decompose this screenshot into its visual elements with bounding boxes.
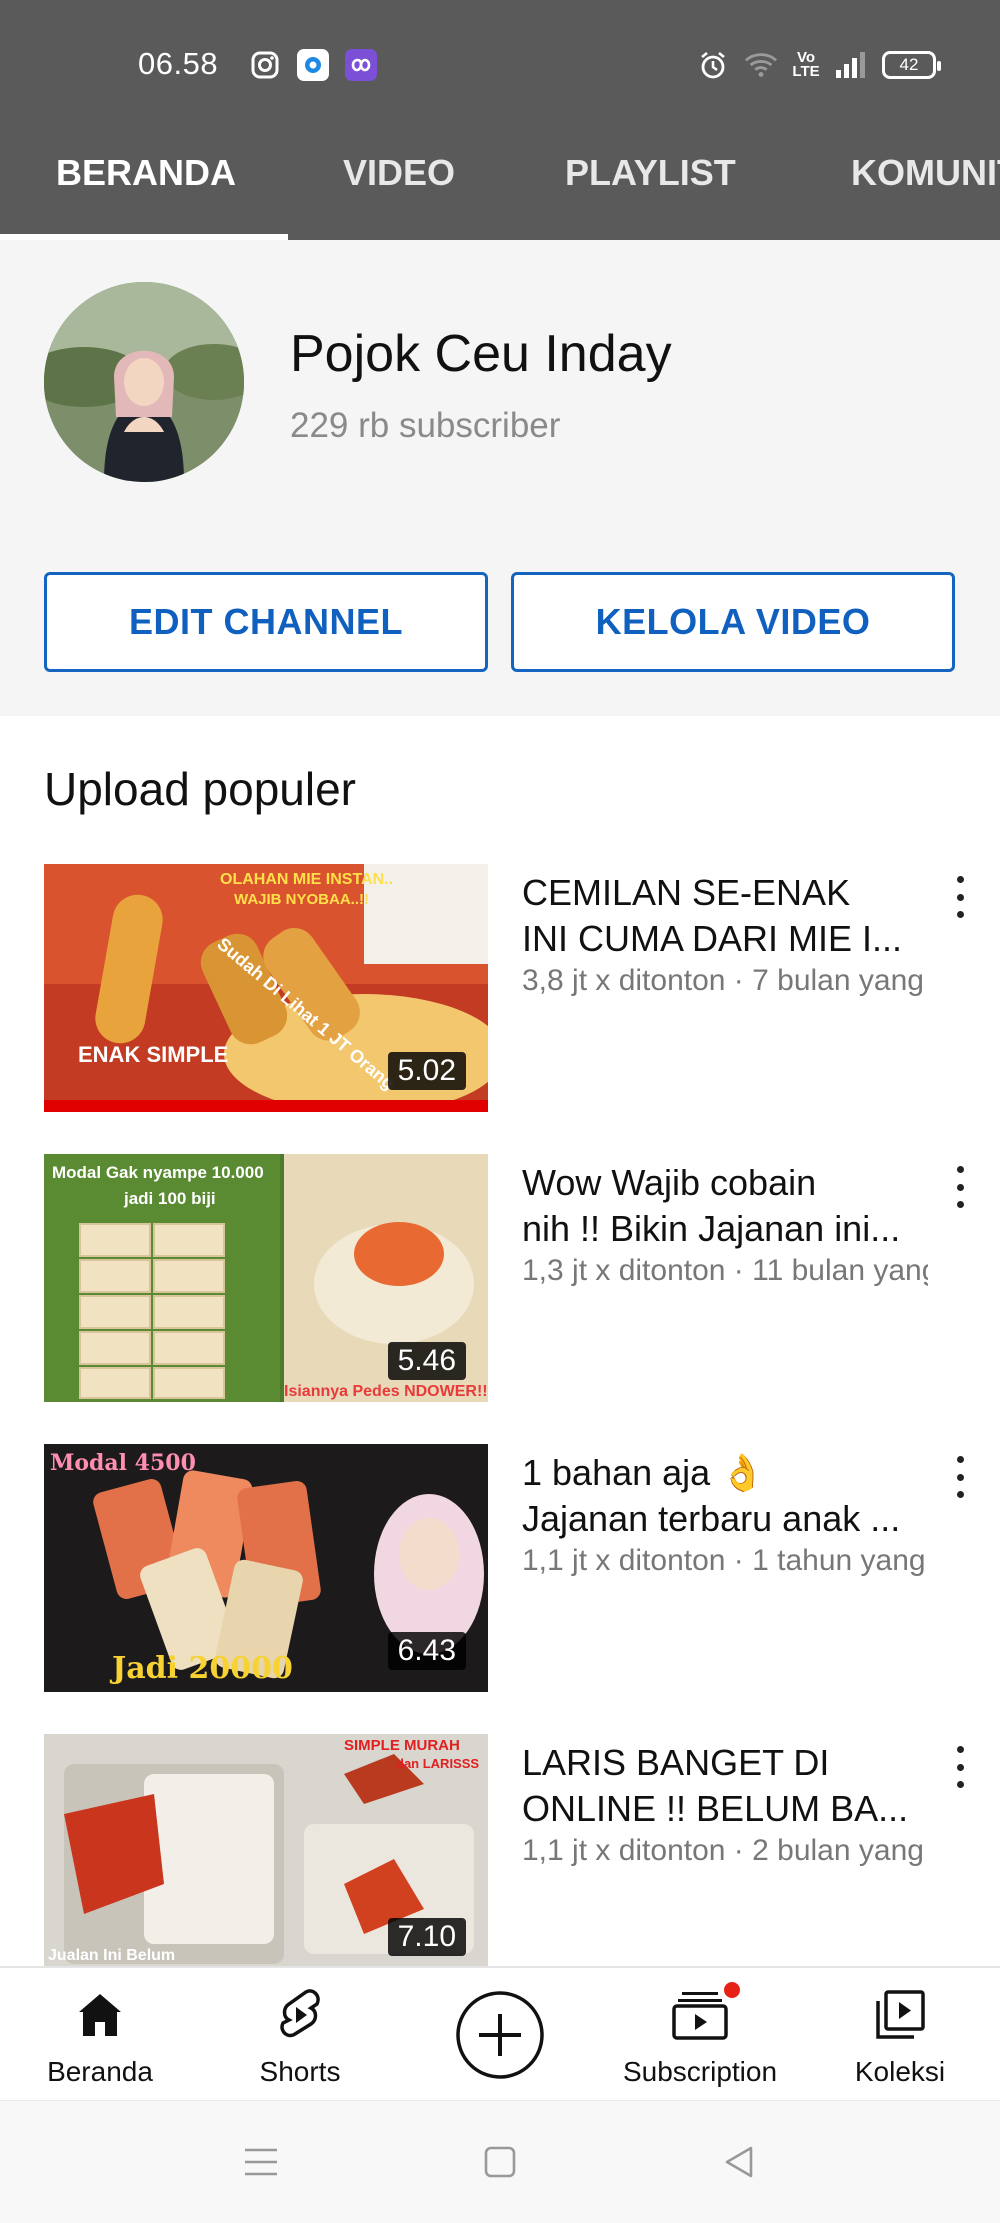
create-icon xyxy=(456,1991,544,2079)
video-duration: 7.10 xyxy=(387,1918,466,1956)
notification-dot xyxy=(722,1980,742,2000)
video-meta: 3,8 jt x ditonton · 7 bulan yang lalu xyxy=(522,964,928,997)
video-duration: 6.43 xyxy=(387,1632,466,1670)
nav-label: Koleksi xyxy=(854,2056,946,2087)
video-title-line: INI CUMA DARI MIE I... xyxy=(522,918,903,959)
edit-channel-button[interactable]: EDIT CHANNEL xyxy=(44,572,488,672)
wifi-icon xyxy=(744,48,778,82)
video-item[interactable]: OLAHAN MIE INSTAN.. WAJIB NYOBAA..!! ENA… xyxy=(0,864,1000,1114)
tab-beranda[interactable]: BERANDA xyxy=(56,152,236,194)
channel-header: Pojok Ceu Inday 229 rb subscriber EDIT C… xyxy=(0,240,1000,716)
create-button[interactable] xyxy=(455,1990,545,2080)
video-title[interactable]: 1 bahan aja 👌 Jajanan terbaru anak ... xyxy=(522,1450,932,1542)
thumb-caption: OLAHAN MIE INSTAN.. xyxy=(220,871,393,888)
library-icon xyxy=(874,1986,926,2044)
section-title: Upload populer xyxy=(44,763,357,815)
home-square-icon[interactable] xyxy=(475,2139,525,2185)
thumb-caption: Modal 4500 xyxy=(50,1450,196,1476)
video-duration: 5.02 xyxy=(387,1052,466,1090)
tab-playlist[interactable]: PLAYLIST xyxy=(565,152,736,194)
tab-video[interactable]: VIDEO xyxy=(343,152,455,194)
video-thumbnail[interactable]: Modal Gak nyampe 10.000 jadi 100 biji Is… xyxy=(44,1154,488,1402)
video-title-line: LARIS BANGET DI xyxy=(522,1742,830,1783)
subscriptions-icon xyxy=(672,1980,742,2044)
thumb-caption: SIMPLE MURAH xyxy=(344,1737,460,1754)
instagram-icon xyxy=(248,48,282,82)
thumb-caption: ENAK SIMPLE xyxy=(78,1042,228,1067)
status-right-icons: Vo LTE 42 xyxy=(696,48,941,82)
thumb-caption: Jadi 20000 xyxy=(109,1651,293,1686)
nav-item-subscription[interactable]: Subscription xyxy=(610,1980,790,2088)
video-title-line: Wow Wajib cobain xyxy=(522,1162,817,1203)
video-thumbnail[interactable]: Modal 4500 Jadi 20000 6.43 xyxy=(44,1444,488,1692)
nav-item-koleksi[interactable]: Koleksi xyxy=(810,1986,990,2088)
thumb-caption: WAJIB NYOBAA..!! xyxy=(234,891,369,908)
nav-label: Beranda xyxy=(47,2056,153,2087)
video-title-line: Jajanan terbaru anak ... xyxy=(522,1498,901,1539)
more-options-icon[interactable] xyxy=(950,872,970,922)
nav-label: Shorts xyxy=(259,2056,341,2087)
alarm-icon xyxy=(696,48,730,82)
thumb-caption: Jualan Ini Belum xyxy=(48,1947,175,1964)
video-thumbnail[interactable]: OLAHAN MIE INSTAN.. WAJIB NYOBAA..!! ENA… xyxy=(44,864,488,1112)
nav-item-beranda[interactable]: Beranda xyxy=(10,1986,190,2088)
status-time: 06.58 xyxy=(138,46,219,81)
video-thumbnail[interactable]: SIMPLE MURAH dan LARISSS Jualan Ini Belu… xyxy=(44,1734,488,1966)
shorts-icon xyxy=(275,1986,325,2044)
video-title[interactable]: LARIS BANGET DI ONLINE !! BELUM BA... xyxy=(522,1740,932,1832)
status-left-icons xyxy=(248,48,378,82)
volte-icon: Vo LTE xyxy=(792,49,820,80)
menu-icon[interactable] xyxy=(236,2139,286,2185)
tab-komunitas[interactable]: KOMUNITAS xyxy=(851,152,1000,194)
thumb-caption: dan LARISSS xyxy=(396,1756,479,1771)
video-duration: 5.46 xyxy=(387,1342,466,1380)
video-meta: 1,1 jt x ditonton · 2 bulan yang lalu xyxy=(522,1834,928,1867)
bottom-navigation: Beranda Shorts Subscription Koleksi xyxy=(0,1966,1000,2100)
nav-label: Subscription xyxy=(622,2056,778,2087)
signal-icon xyxy=(834,48,868,82)
video-title-line: ONLINE !! BELUM BA... xyxy=(522,1788,909,1829)
manage-videos-button[interactable]: KELOLA VIDEO xyxy=(511,572,955,672)
video-title-line: 1 bahan aja 👌 xyxy=(522,1452,765,1493)
nav-item-shorts[interactable]: Shorts xyxy=(210,1986,390,2088)
video-title-line: nih !! Bikin Jajanan ini... xyxy=(522,1208,901,1249)
home-icon xyxy=(75,1986,125,2044)
system-navigation-bar xyxy=(0,2100,1000,2223)
battery-icon: 42 xyxy=(882,51,941,79)
back-icon[interactable] xyxy=(714,2139,764,2185)
video-meta: 1,1 jt x ditonton · 1 tahun yang lalu xyxy=(522,1544,928,1577)
video-title-line: CEMILAN SE-ENAK xyxy=(522,872,851,913)
thumb-caption: jadi 100 biji xyxy=(123,1189,216,1208)
app-icon xyxy=(296,48,330,82)
status-bar: 06.58 Vo LTE 42 xyxy=(0,0,1000,106)
video-title[interactable]: Wow Wajib cobain nih !! Bikin Jajanan in… xyxy=(522,1160,932,1252)
channel-name: Pojok Ceu Inday xyxy=(290,325,672,383)
more-options-icon[interactable] xyxy=(950,1742,970,1792)
channel-tabs: BERANDA VIDEO PLAYLIST KOMUNITAS xyxy=(0,106,1000,240)
video-meta: 1,3 jt x ditonton · 11 bulan yang lalu xyxy=(522,1254,928,1287)
thumb-caption: Isiannya Pedes NDOWER!! xyxy=(284,1383,488,1400)
more-options-icon[interactable] xyxy=(950,1162,970,1212)
video-item[interactable]: Modal 4500 Jadi 20000 6.43 1 bahan aja 👌… xyxy=(0,1444,1000,1694)
video-item[interactable]: SIMPLE MURAH dan LARISSS Jualan Ini Belu… xyxy=(0,1734,1000,1984)
subscriber-count: 229 rb subscriber xyxy=(290,406,561,445)
thumb-caption: Modal Gak nyampe 10.000 xyxy=(52,1163,264,1182)
more-options-icon[interactable] xyxy=(950,1452,970,1502)
avatar[interactable] xyxy=(44,282,244,482)
infinity-icon xyxy=(344,48,378,82)
video-item[interactable]: Modal Gak nyampe 10.000 jadi 100 biji Is… xyxy=(0,1154,1000,1404)
video-title[interactable]: CEMILAN SE-ENAK INI CUMA DARI MIE I... xyxy=(522,870,932,962)
